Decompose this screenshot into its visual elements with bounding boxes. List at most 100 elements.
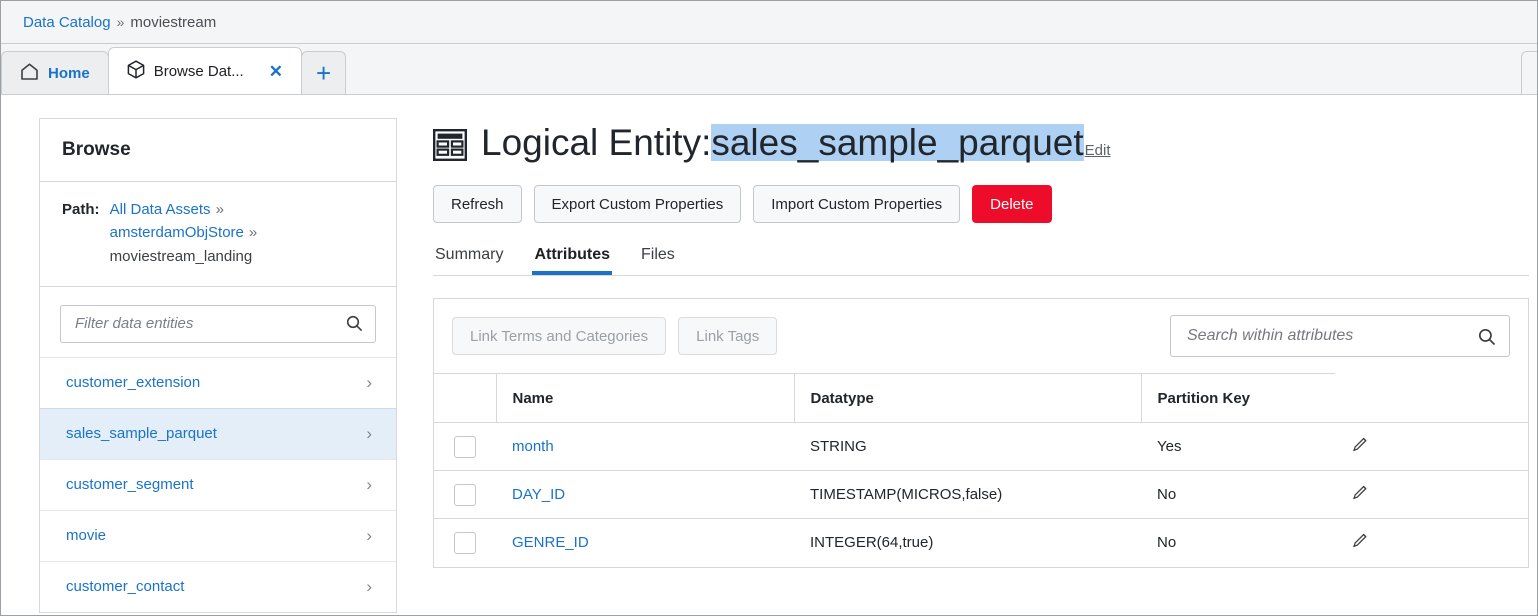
row-partition-key-cell: Yes <box>1141 422 1335 471</box>
delete-button[interactable]: Delete <box>972 185 1052 223</box>
tab-files[interactable]: Files <box>639 246 677 275</box>
sidebar-entity-customer-segment[interactable]: customer_segment › <box>40 458 396 510</box>
column-header-name[interactable]: Name <box>496 373 795 423</box>
column-header-datatype[interactable]: Datatype <box>794 373 1142 423</box>
sidebar-entity-sales-sample-parquet[interactable]: sales_sample_parquet › <box>40 407 396 459</box>
row-checkbox[interactable] <box>454 483 476 506</box>
table-row: month STRING Yes <box>434 422 1528 471</box>
search-icon[interactable] <box>346 315 363 332</box>
attribute-link-month[interactable]: month <box>512 438 554 455</box>
pencil-icon[interactable] <box>1351 437 1370 458</box>
attributes-card: Link Terms and Categories Link Tags Name… <box>433 298 1529 568</box>
table-row: DAY_ID TIMESTAMP(MICROS,false) No <box>434 470 1528 519</box>
browser-tab-browse-data[interactable]: Browse Dat... ✕ <box>107 47 302 94</box>
search-within-attributes-input[interactable] <box>1185 326 1478 346</box>
browser-tab-home[interactable]: Home <box>1 51 109 94</box>
pencil-icon[interactable] <box>1351 533 1370 554</box>
import-custom-properties-button[interactable]: Import Custom Properties <box>753 185 961 223</box>
filter-data-entities-input[interactable] <box>73 314 346 334</box>
filter-section <box>40 287 396 357</box>
sidebar: Browse Path: All Data Assets» amsterdamO… <box>1 96 401 615</box>
breadcrumb-current: moviestream <box>130 13 217 31</box>
pencil-icon[interactable] <box>1351 485 1370 506</box>
refresh-button[interactable]: Refresh <box>433 185 522 223</box>
table-icon <box>433 129 468 162</box>
attribute-link-genre-id[interactable]: GENRE_ID <box>512 534 589 551</box>
tabs-divider <box>433 275 1529 276</box>
sidebar-entity-customer-contact[interactable]: customer_contact › <box>40 560 396 612</box>
attributes-table: Name Datatype Partition Key month STRING <box>434 373 1528 567</box>
path-link-amsterdam-obj-store[interactable]: amsterdamObjStore <box>110 224 244 241</box>
path-link-row-2: amsterdamObjStore» <box>110 224 258 241</box>
edit-title-link[interactable]: Edit <box>1085 143 1111 161</box>
breadcrumb-link-data-catalog[interactable]: Data Catalog <box>23 14 111 31</box>
link-terms-and-categories-button[interactable]: Link Terms and Categories <box>452 317 667 355</box>
entity-browser: customer_extension › sales_sample_parque… <box>40 287 396 612</box>
action-toolbar: Refresh Export Custom Properties Import … <box>433 185 1537 223</box>
browser-tab-browse-data-label: Browse Dat... <box>153 62 244 80</box>
entity-label: movie <box>66 527 107 545</box>
content-tabs: Summary Attributes Files <box>433 246 1537 275</box>
column-header-partition-key[interactable]: Partition Key <box>1141 373 1335 423</box>
page-title-prefix: Logical Entity: <box>481 122 712 163</box>
chevron-right-icon: › <box>366 576 372 596</box>
row-datatype-cell: TIMESTAMP(MICROS,false) <box>794 470 1141 519</box>
row-partition-key-cell: No <box>1141 470 1335 519</box>
chevron-right-icon: › <box>366 372 372 392</box>
row-checkbox-cell <box>434 470 496 519</box>
browser-tab-overflow-edge[interactable] <box>1521 51 1537 94</box>
path-link-all-data-assets[interactable]: All Data Assets <box>110 201 211 218</box>
page-body: Browse Path: All Data Assets» amsterdamO… <box>1 96 1537 615</box>
row-checkbox-cell <box>434 422 496 471</box>
search-icon[interactable] <box>1478 328 1496 345</box>
entity-label: customer_segment <box>66 476 194 494</box>
chevron-right-icon: › <box>366 525 372 545</box>
sidebar-entity-customer-extension[interactable]: customer_extension › <box>40 356 396 408</box>
sidebar-entity-movie[interactable]: movie › <box>40 509 396 561</box>
filter-data-entities-box[interactable] <box>60 304 376 343</box>
entity-label: sales_sample_parquet <box>66 425 217 443</box>
entity-label: customer_extension <box>66 374 201 392</box>
path-separator-1: » <box>215 201 224 218</box>
new-tab-button[interactable]: + <box>300 51 347 94</box>
tab-summary[interactable]: Summary <box>433 246 505 275</box>
row-datatype-cell: INTEGER(64,true) <box>794 518 1141 567</box>
row-datatype-cell: STRING <box>794 422 1141 471</box>
browser-tab-strip: Home Browse Dat... ✕ + <box>1 44 1537 95</box>
browser-tab-home-label: Home <box>48 64 90 82</box>
main-content: Logical Entity: sales_sample_parquet Edit … <box>401 96 1537 615</box>
page-title: Logical Entity: sales_sample_parquet Edit <box>433 114 1537 163</box>
row-name-cell: month <box>496 422 794 471</box>
browse-header: Browse <box>40 119 396 182</box>
row-checkbox[interactable] <box>454 531 476 554</box>
link-buttons-group: Link Terms and Categories Link Tags <box>452 317 778 355</box>
row-checkbox[interactable] <box>454 435 476 458</box>
chevron-right-icon: › <box>366 423 372 443</box>
breadcrumb-separator: » <box>116 14 125 30</box>
cube-icon <box>127 59 145 83</box>
browse-title: Browse <box>62 139 131 160</box>
attribute-link-day-id[interactable]: DAY_ID <box>512 486 565 503</box>
close-icon[interactable]: ✕ <box>269 63 283 80</box>
breadcrumb: Data Catalog » moviestream <box>1 1 1537 44</box>
attributes-toolbar: Link Terms and Categories Link Tags <box>434 299 1528 373</box>
path-label: Path: <box>62 201 100 218</box>
row-edit-cell <box>1334 422 1528 471</box>
tab-attributes[interactable]: Attributes <box>532 246 612 275</box>
row-edit-cell <box>1334 518 1528 567</box>
path-section: Path: All Data Assets» amsterdamObjStore… <box>40 182 396 287</box>
path-separator-2: » <box>248 224 258 242</box>
row-checkbox-cell <box>434 518 496 567</box>
home-icon <box>20 63 39 84</box>
column-header-select <box>434 373 497 423</box>
search-within-attributes-box[interactable] <box>1170 315 1510 357</box>
entity-label: customer_contact <box>66 578 185 596</box>
link-tags-button[interactable]: Link Tags <box>678 317 778 355</box>
browse-panel: Browse Path: All Data Assets» amsterdamO… <box>39 118 397 613</box>
page-title-entity-name[interactable]: sales_sample_parquet <box>711 124 1084 161</box>
row-name-cell: GENRE_ID <box>496 518 794 567</box>
export-custom-properties-button[interactable]: Export Custom Properties <box>533 185 742 223</box>
path-link-row-1: All Data Assets» <box>110 201 224 218</box>
plus-icon: + <box>315 58 332 88</box>
chevron-right-icon: › <box>366 474 372 494</box>
